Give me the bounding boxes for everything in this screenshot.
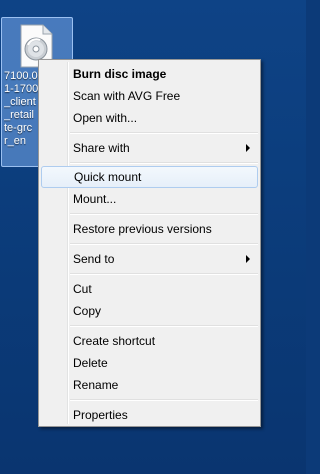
menu-separator xyxy=(70,213,258,215)
menu-item-delete[interactable]: Delete xyxy=(41,352,258,374)
submenu-arrow-icon xyxy=(246,144,250,152)
menu-item-copy[interactable]: Copy xyxy=(41,300,258,322)
menu-item-mount[interactable]: Mount... xyxy=(41,188,258,210)
icon-label-line: _client xyxy=(4,96,36,108)
menu-separator xyxy=(70,273,258,275)
menu-item-scan-with-avg[interactable]: Scan with AVG Free xyxy=(41,85,258,107)
menu-item-cut[interactable]: Cut xyxy=(41,278,258,300)
submenu-arrow-icon xyxy=(246,255,250,263)
menu-separator xyxy=(70,132,258,134)
menu-item-quick-mount[interactable]: Quick mount xyxy=(41,166,258,188)
menu-item-share-with[interactable]: Share with xyxy=(41,137,258,159)
icon-label-line: r_en xyxy=(4,135,27,147)
menu-separator xyxy=(70,162,258,164)
menu-item-send-to[interactable]: Send to xyxy=(41,248,258,270)
menu-item-burn-disc-image[interactable]: Burn disc image xyxy=(41,63,258,85)
menu-item-restore-previous-versions[interactable]: Restore previous versions xyxy=(41,218,258,240)
context-menu: Burn disc image Scan with AVG Free Open … xyxy=(38,59,261,427)
menu-item-properties[interactable]: Properties xyxy=(41,404,258,426)
menu-item-rename[interactable]: Rename xyxy=(41,374,258,396)
icon-label-line: 1-1700 xyxy=(4,83,39,95)
icon-label-line: 7100.0 xyxy=(4,70,38,82)
menu-item-label: Share with xyxy=(73,141,130,155)
menu-separator xyxy=(70,399,258,401)
menu-item-label: Send to xyxy=(73,252,115,266)
menu-separator xyxy=(70,243,258,245)
menu-separator xyxy=(70,325,258,327)
menu-item-create-shortcut[interactable]: Create shortcut xyxy=(41,330,258,352)
icon-label-line: te-grc xyxy=(4,122,33,134)
menu-item-open-with[interactable]: Open with... xyxy=(41,107,258,129)
desktop[interactable]: 7100.0 1-1700 _client _retail te-grc r_e… xyxy=(0,0,306,474)
icon-label-line: _retail xyxy=(4,109,34,121)
